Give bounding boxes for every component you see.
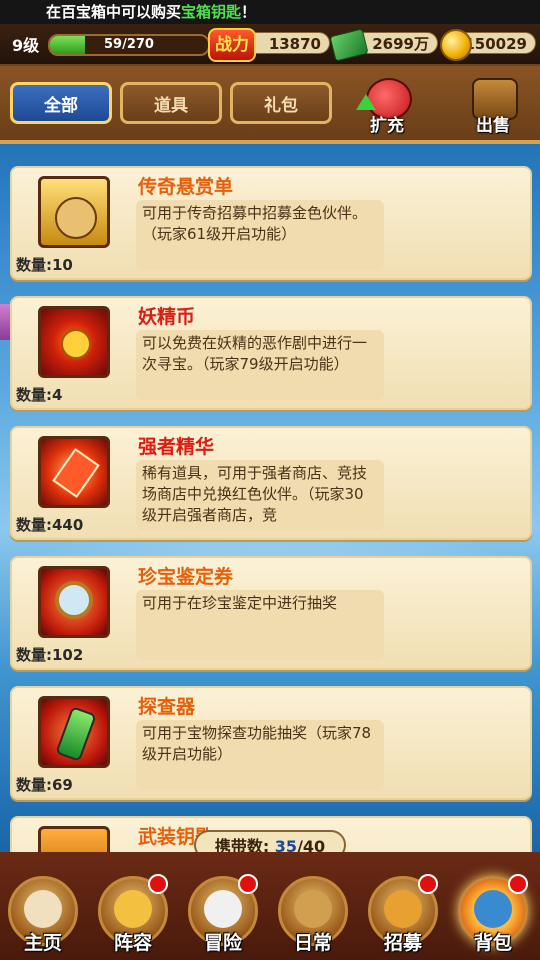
key-icon bbox=[38, 826, 110, 852]
item-card[interactable]: 数量:10 传奇悬赏单 可用于传奇招募中招募金色伙伴。（玩家61级开启功能） bbox=[10, 166, 532, 280]
notification-dot bbox=[418, 874, 438, 894]
expand-label: 扩充 bbox=[370, 116, 404, 136]
item-card[interactable]: 数量:69 探查器 可用于宝物探查功能抽奖（玩家78级开启功能） bbox=[10, 686, 532, 800]
notification-dot bbox=[508, 874, 528, 894]
player-level: 9级 bbox=[12, 36, 40, 55]
item-card[interactable]: 数量:102 珍宝鉴定券 可用于在珍宝鉴定中进行抽奖 bbox=[10, 556, 532, 670]
item-description: 可用于传奇招募中招募金色伙伴。（玩家61级开启功能） bbox=[136, 200, 384, 270]
fairy-coin-icon bbox=[38, 306, 110, 378]
nav-label: 冒险 bbox=[203, 932, 242, 954]
bottom-nav: 主页 阵容 冒险 日常 招募 背包 bbox=[0, 852, 540, 960]
item-name: 传奇悬赏单 bbox=[138, 176, 234, 198]
cash-icon bbox=[329, 28, 369, 62]
notice-banner: 在百宝箱中可以购买宝箱钥匙！ bbox=[0, 0, 540, 24]
tab-items[interactable]: 道具 bbox=[120, 82, 222, 124]
gold-coin-icon bbox=[440, 29, 472, 61]
notice-highlight: 宝箱钥匙 bbox=[181, 3, 242, 21]
notice-suffix: ！ bbox=[241, 3, 257, 21]
item-name: 珍宝鉴定券 bbox=[138, 566, 234, 588]
notification-dot bbox=[238, 874, 258, 894]
nav-label: 主页 bbox=[23, 932, 62, 954]
item-name: 探查器 bbox=[138, 696, 196, 718]
nav-daily[interactable]: 日常 bbox=[272, 872, 354, 960]
item-list[interactable]: 数量:10 传奇悬赏单 可用于传奇招募中招募金色伙伴。（玩家61级开启功能） 数… bbox=[0, 146, 540, 852]
nav-label: 背包 bbox=[473, 932, 512, 954]
nav-adventure[interactable]: 冒险 bbox=[182, 872, 264, 960]
tavern-icon bbox=[384, 890, 422, 928]
expand-button[interactable]: 扩充 bbox=[352, 72, 422, 138]
item-quantity: 数量:4 bbox=[16, 386, 63, 404]
item-description: 稀有道具，可用于强者商店、竞技场商店中兑换红色伙伴。（玩家30级开启强者商店，竞 bbox=[136, 460, 384, 530]
skull-flag-icon bbox=[204, 890, 242, 928]
notice-prefix: 在百宝箱中可以购买 bbox=[46, 3, 182, 21]
detector-icon bbox=[38, 696, 110, 768]
item-quantity: 数量:102 bbox=[16, 646, 84, 664]
nav-home[interactable]: 主页 bbox=[2, 872, 84, 960]
nav-bag[interactable]: 背包 bbox=[452, 872, 534, 960]
notification-dot bbox=[148, 874, 168, 894]
xp-text: 59/270 bbox=[104, 37, 154, 52]
xp-bar: 59/270 bbox=[48, 34, 210, 56]
item-card[interactable]: 数量:4 妖精币 可以免费在妖精的恶作剧中进行一次寻宝。（玩家79级开启功能） bbox=[10, 296, 532, 410]
item-name: 强者精华 bbox=[138, 436, 215, 458]
item-quantity: 数量:10 bbox=[16, 256, 73, 274]
nav-lineup[interactable]: 阵容 bbox=[92, 872, 174, 960]
home-icon bbox=[24, 890, 62, 928]
item-quantity: 数量:69 bbox=[16, 776, 73, 794]
nav-label: 招募 bbox=[383, 932, 422, 954]
bag-tab-area: 全部 道具 礼包 扩充 出售 bbox=[0, 66, 540, 144]
red-crystal-icon bbox=[38, 436, 110, 508]
tab-gift-packs[interactable]: 礼包 bbox=[230, 82, 332, 124]
sell-label: 出售 bbox=[476, 116, 510, 136]
item-description: 可用于宝物探查功能抽奖（玩家78级开启功能） bbox=[136, 720, 384, 790]
card-deck-icon bbox=[114, 890, 152, 928]
item-quantity: 数量:440 bbox=[16, 516, 84, 534]
item-name: 妖精币 bbox=[138, 306, 196, 328]
status-bar: 9级 59/270 13870 战力 2699万 150029 bbox=[0, 24, 540, 66]
sell-button[interactable]: 出售 bbox=[458, 72, 528, 138]
backpack-icon bbox=[474, 890, 512, 928]
arrow-up-icon bbox=[356, 94, 376, 110]
item-description: 可以免费在妖精的恶作剧中进行一次寻宝。（玩家79级开启功能） bbox=[136, 330, 384, 400]
item-description: 可用于在珍宝鉴定中进行抽奖 bbox=[136, 590, 384, 660]
power-icon: 战力 bbox=[208, 28, 256, 62]
wanted-poster-icon bbox=[38, 176, 110, 248]
item-card[interactable]: 数量:440 强者精华 稀有道具，可用于强者商店、竞技场商店中兑换红色伙伴。（玩… bbox=[10, 426, 532, 540]
nav-label: 日常 bbox=[293, 932, 332, 954]
magnifier-icon bbox=[38, 566, 110, 638]
nav-recruit[interactable]: 招募 bbox=[362, 872, 444, 960]
tab-all[interactable]: 全部 bbox=[10, 82, 112, 124]
crossed-swords-icon bbox=[294, 890, 332, 928]
nav-label: 阵容 bbox=[113, 932, 152, 954]
